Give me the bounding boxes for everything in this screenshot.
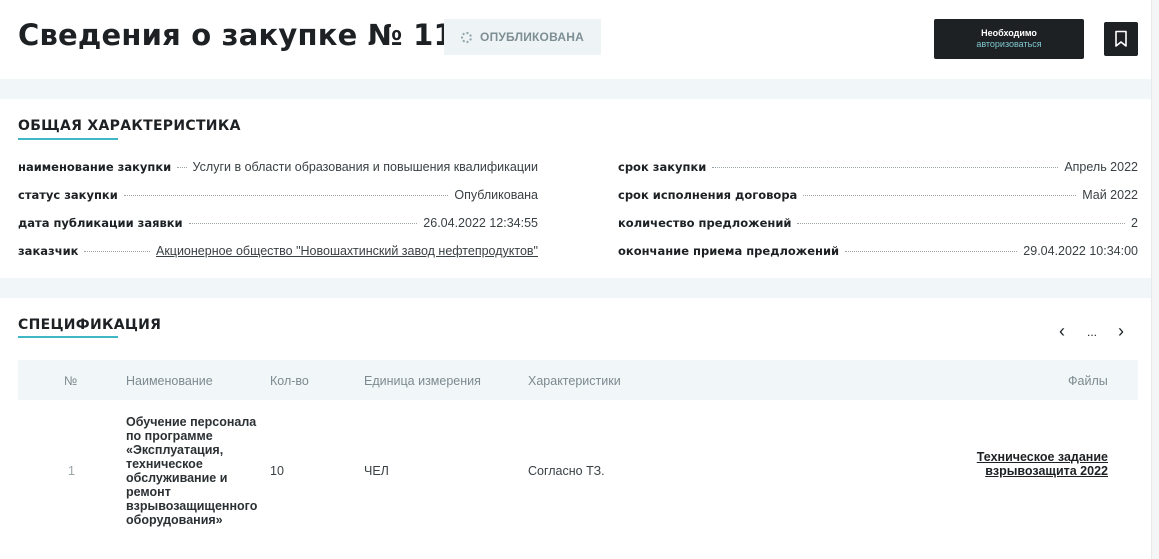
info-row-purchase-period: срок закупки Апрель 2022 — [618, 160, 1138, 176]
info-row-contract-period: срок исполнения договора Май 2022 — [618, 188, 1138, 204]
page-header: Сведения о закупке № 11805 ОПУБЛИКОВАНА … — [0, 0, 1151, 79]
page-scrollbar[interactable] — [1151, 0, 1159, 559]
pager-ellipsis: ... — [1087, 325, 1098, 339]
section-divider — [0, 79, 1151, 99]
info-row-offers-count: количество предложений 2 — [618, 216, 1138, 232]
info-key: окончание приема предложений — [618, 244, 840, 258]
info-row-purchase-name: наименование закупки Услуги в области об… — [18, 160, 538, 176]
spec-section-title: СПЕЦИФИКАЦИЯ — [18, 317, 162, 333]
pager-next-button[interactable]: › — [1118, 321, 1124, 342]
info-value: Май 2022 — [1082, 188, 1138, 202]
info-key: дата публикации заявки — [18, 216, 183, 230]
info-value: Услуги в области образования и повышения… — [192, 160, 538, 174]
info-row-publish-date: дата публикации заявки 26.04.2022 12:34:… — [18, 216, 538, 232]
dotted-leader — [84, 251, 150, 252]
info-key: срок исполнения договора — [618, 188, 798, 202]
status-badge-label: ОПУБЛИКОВАНА — [480, 30, 584, 44]
column-header-number: № — [64, 374, 78, 388]
info-value: 26.04.2022 12:34:55 — [423, 216, 538, 230]
bookmark-icon — [1115, 30, 1127, 47]
info-value: Опубликована — [454, 188, 538, 202]
info-row-purchase-status: статус закупки Опубликована — [18, 188, 538, 204]
pager-prev-button[interactable]: ‹ — [1059, 321, 1065, 342]
page-title: Сведения о закупке № 11805 — [18, 18, 516, 52]
info-key: срок закупки — [618, 160, 707, 174]
dotted-leader — [177, 167, 187, 168]
row-qty: 10 — [270, 464, 284, 478]
auth-button-line1: Необходимо — [981, 28, 1037, 38]
column-header-files: Файлы — [1068, 374, 1108, 388]
dotted-leader — [712, 167, 1059, 168]
info-key: заказчик — [18, 244, 79, 258]
dotted-leader — [123, 195, 449, 196]
info-value: 2 — [1131, 216, 1138, 230]
dotted-leader — [845, 251, 1018, 252]
dotted-leader — [188, 223, 418, 224]
info-key: наименование закупки — [18, 160, 172, 174]
auth-button-line2: авторизоваться — [976, 39, 1042, 49]
row-item-name: Обучение персонала по программе «Эксплуа… — [126, 415, 258, 527]
status-badge: ОПУБЛИКОВАНА — [444, 19, 601, 55]
row-number: 1 — [68, 464, 75, 478]
column-header-characteristics: Характеристики — [528, 374, 621, 388]
column-header-qty: Кол-во — [270, 374, 309, 388]
column-header-unit: Единица измерения — [364, 374, 481, 388]
general-section-underline — [18, 138, 118, 140]
auth-required-button[interactable]: Необходимо авторизоваться — [934, 19, 1084, 59]
dotted-leader — [797, 223, 1126, 224]
info-row-customer: заказчик Акционерное общество "Новошахти… — [18, 244, 538, 260]
spec-section-underline — [18, 336, 118, 338]
row-file-link[interactable]: Техническое задание взрывозащита 2022 — [958, 450, 1108, 478]
info-value: 29.04.2022 10:34:00 — [1023, 244, 1138, 258]
customer-link[interactable]: Акционерное общество "Новошахтинский зав… — [156, 244, 538, 258]
dotted-leader — [803, 195, 1077, 196]
info-key: статус закупки — [18, 188, 118, 202]
info-key: количество предложений — [618, 216, 792, 230]
info-value: Апрель 2022 — [1064, 160, 1138, 174]
row-unit: ЧЕЛ — [364, 464, 389, 478]
row-characteristics: Согласно ТЗ. — [528, 464, 605, 478]
status-spinner-icon — [461, 31, 473, 43]
bookmark-button[interactable] — [1104, 22, 1138, 56]
general-section-title: ОБЩАЯ ХАРАКТЕРИСТИКА — [18, 118, 241, 134]
section-divider — [0, 278, 1151, 298]
info-row-offers-deadline: окончание приема предложений 29.04.2022 … — [618, 244, 1138, 260]
column-header-name: Наименование — [126, 374, 213, 388]
